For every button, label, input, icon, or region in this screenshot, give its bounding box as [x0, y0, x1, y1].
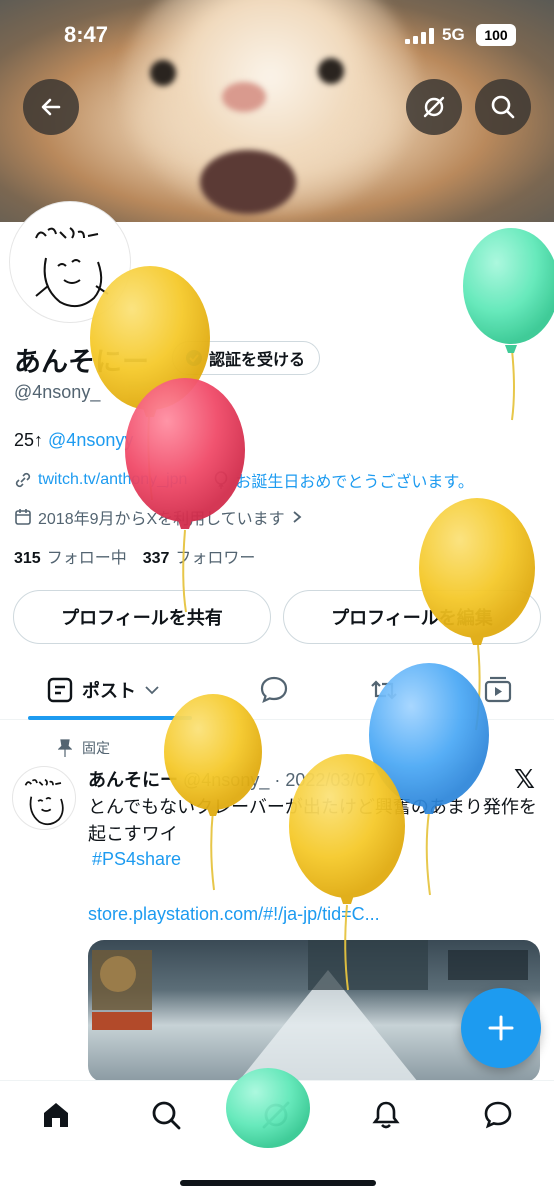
compose-post-button[interactable] — [461, 988, 541, 1068]
tab-reposts-icon[interactable] — [368, 674, 400, 706]
calendar-icon — [15, 509, 31, 525]
get-verified-button[interactable]: 認証を受ける — [172, 341, 321, 375]
home-indicator — [180, 1180, 376, 1186]
active-tab-indicator — [28, 716, 192, 720]
pinned-label: 固定 — [82, 740, 110, 756]
post-author-avatar[interactable] — [12, 766, 76, 830]
grok-icon — [423, 96, 445, 118]
balloon-green — [463, 228, 554, 421]
post-meta: @4nsony_ · 2022/03/07 — [183, 770, 376, 790]
messages-icon[interactable] — [482, 1099, 514, 1131]
x-logo-icon: 𝕏 — [514, 764, 535, 794]
explore-search-icon[interactable] — [150, 1099, 182, 1131]
profile-bio: 25↑ @4nsonyy — [14, 430, 133, 451]
tab-posts-label: ポスト — [82, 681, 136, 701]
search-button[interactable] — [475, 79, 531, 135]
profile-handle: @4nsony_ — [14, 382, 101, 402]
status-time: 8:47 — [64, 22, 109, 47]
tab-posts[interactable]: ポスト — [28, 660, 192, 720]
post-author-name[interactable]: あんそにー — [88, 770, 178, 790]
followers-label: フォロワー — [175, 550, 256, 567]
tab-media-icon[interactable] — [482, 674, 514, 706]
back-button[interactable] — [23, 79, 79, 135]
plus-icon — [488, 1015, 514, 1041]
signal-icon — [405, 28, 434, 44]
pin-icon — [58, 739, 72, 757]
profile-tabs: ポスト — [0, 660, 554, 720]
joined-text: 2018年9月からXを利用しています — [38, 511, 285, 528]
home-icon[interactable] — [40, 1099, 72, 1131]
birthday-text: お誕生日おめでとうございます。 — [235, 474, 474, 491]
bio-text: 25↑ — [14, 430, 49, 450]
post-header: あんそにー @4nsony_ · 2022/03/07 — [88, 766, 375, 792]
grok-nav-icon[interactable] — [260, 1099, 292, 1131]
pinned-indicator: 固定 — [58, 738, 110, 758]
post-link[interactable]: store.playstation.com/#!/ja-jp/tid=C... — [88, 904, 380, 925]
avatar-drawing — [24, 778, 64, 826]
post-text: とんでもないクレーバーが出たけど興奮のあまり発作を起こすワイ — [88, 797, 537, 844]
profile-avatar[interactable] — [10, 202, 130, 322]
balloon-icon — [215, 471, 228, 489]
chevron-down-icon — [145, 686, 159, 695]
link-icon — [15, 472, 31, 488]
joined-date[interactable]: 2018年9月からXを利用しています — [14, 505, 303, 529]
followers-count: 337 — [142, 550, 170, 567]
search-icon — [491, 95, 515, 119]
avatar-drawing — [35, 227, 109, 308]
following-label: フォロー中 — [46, 550, 127, 567]
edit-profile-button[interactable]: プロフィールを編集 — [283, 590, 541, 644]
post-hashtag[interactable]: #PS4share — [92, 849, 181, 870]
chevron-right-icon — [293, 511, 302, 523]
status-bar: 8:47 5G 100 — [0, 22, 554, 52]
battery-indicator: 100 — [476, 24, 516, 46]
get-verified-label: 認証を受ける — [209, 352, 306, 369]
following-count: 315 — [14, 550, 41, 567]
posts-icon — [47, 677, 73, 703]
followers-link[interactable]: 337 フォロワー — [143, 544, 256, 568]
follow-stats: 315 フォロー中 337 フォロワー — [14, 544, 255, 568]
profile-name: あんそにー — [14, 347, 149, 377]
back-arrow-icon — [41, 98, 61, 116]
tab-replies-icon[interactable] — [258, 674, 290, 706]
profile-meta-links: twitch.tv/anthony_jpn お誕生日おめでとうございます。 — [14, 468, 544, 492]
network-label: 5G — [442, 25, 465, 44]
balloon-pink — [125, 378, 245, 613]
website-link[interactable]: twitch.tv/anthony_jpn — [38, 471, 187, 489]
notifications-bell-icon[interactable] — [370, 1099, 402, 1131]
grok-button[interactable] — [406, 79, 462, 135]
following-link[interactable]: 315 フォロー中 — [14, 544, 127, 568]
share-profile-button[interactable]: プロフィールを共有 — [13, 590, 271, 644]
verified-badge-icon — [186, 350, 202, 366]
bio-mention-link[interactable]: @4nsonyy — [48, 430, 133, 450]
